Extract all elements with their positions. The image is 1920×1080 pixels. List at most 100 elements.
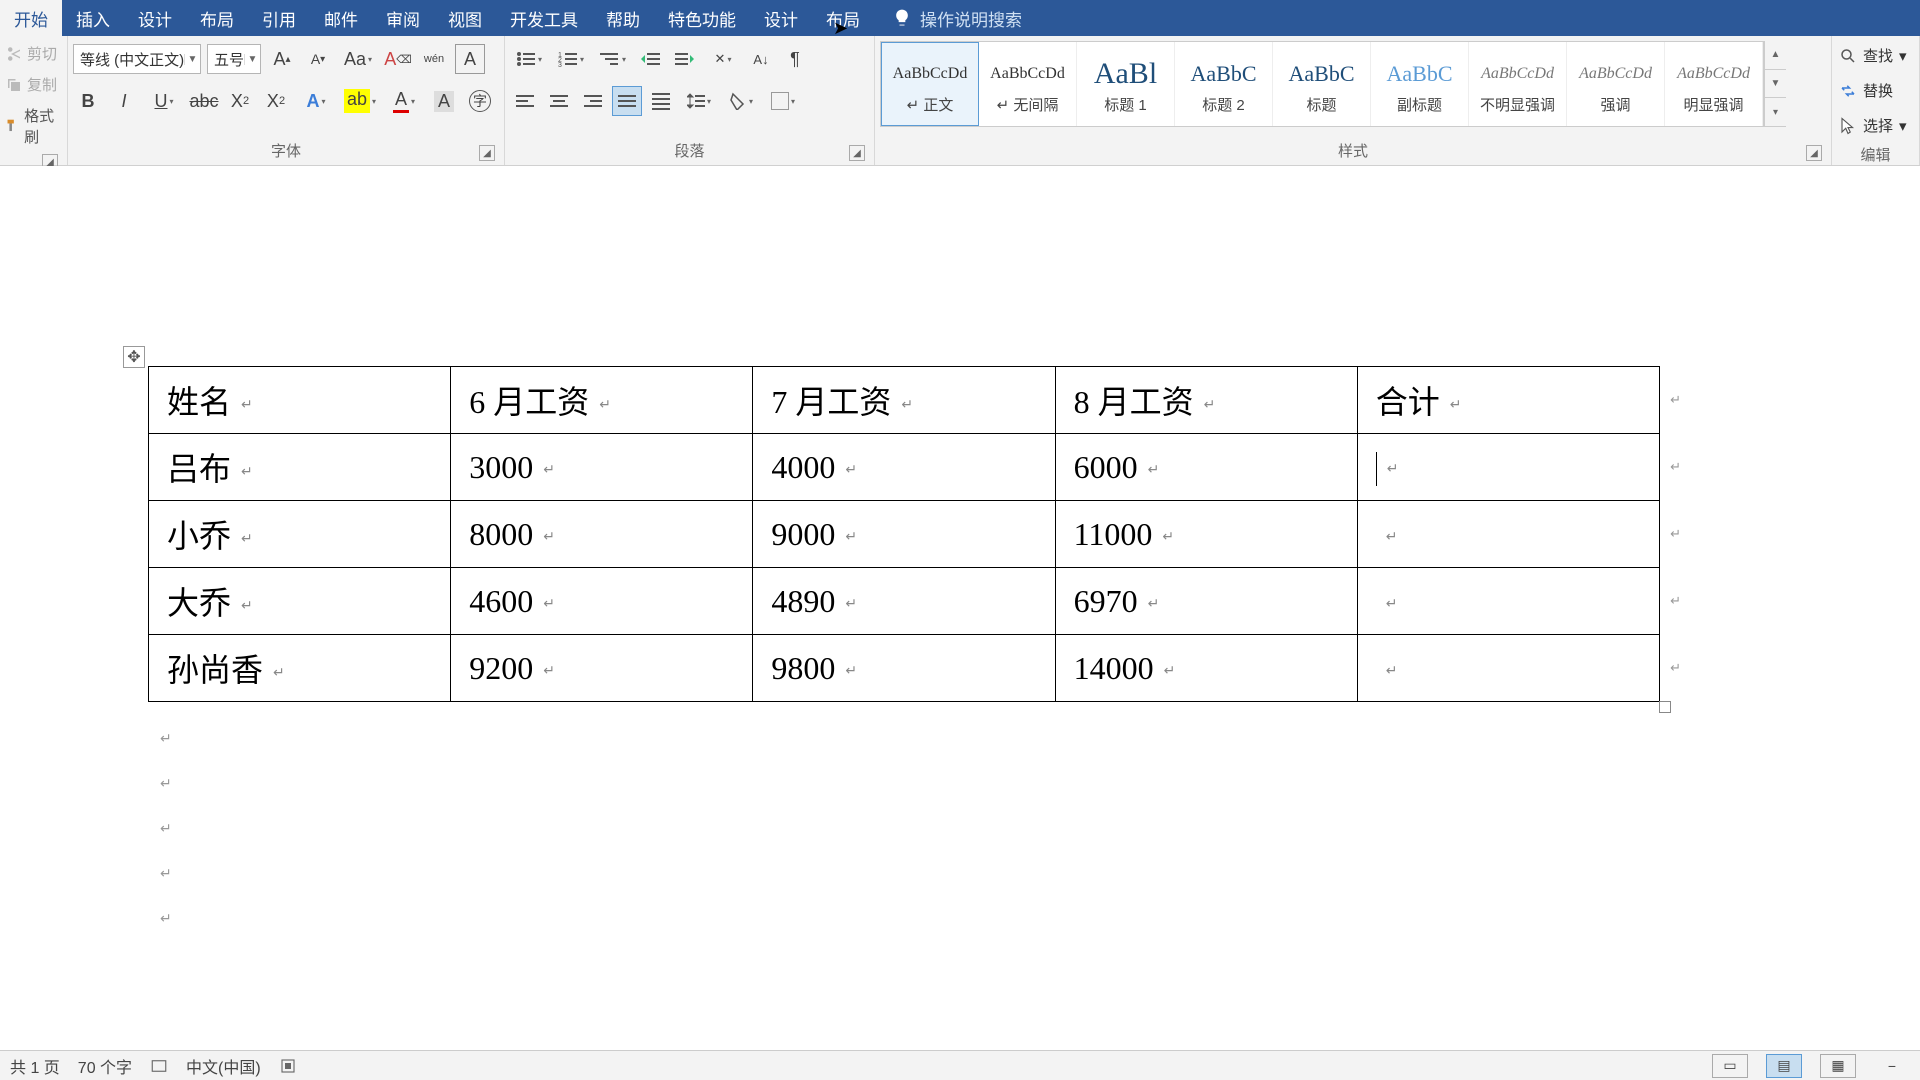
style-item[interactable]: AaBbC标题	[1273, 42, 1371, 126]
salary-table[interactable]: 姓名↵6 月工资↵7 月工资↵8 月工资↵合计↵↵吕布↵3000↵4000↵60…	[148, 366, 1660, 702]
zoom-out-button[interactable]: −	[1874, 1054, 1910, 1078]
table-cell[interactable]: 14000↵	[1055, 635, 1357, 702]
align-distributed-button[interactable]	[646, 86, 676, 116]
table-cell[interactable]: 小乔↵	[149, 501, 451, 568]
style-item[interactable]: AaBbCcDd明显强调	[1665, 42, 1763, 126]
font-launcher[interactable]: ◢	[479, 145, 495, 161]
style-item[interactable]: AaBbCcDd不明显强调	[1469, 42, 1567, 126]
table-cell[interactable]: 4000↵	[753, 434, 1055, 501]
bullets-button[interactable]: ▾	[510, 44, 548, 74]
grow-font-button[interactable]: A▴	[267, 44, 297, 74]
line-spacing-button[interactable]: ▾	[680, 86, 718, 116]
read-mode-button[interactable]: ▭	[1712, 1054, 1748, 1078]
style-item[interactable]: AaBbC标题 2	[1175, 42, 1273, 126]
table-cell[interactable]: 8000↵	[451, 501, 753, 568]
align-left-button[interactable]	[510, 86, 540, 116]
table-cell[interactable]: 9000↵	[753, 501, 1055, 568]
print-layout-button[interactable]: ▤	[1766, 1054, 1802, 1078]
tab-home[interactable]: 开始	[0, 0, 62, 36]
table-header-cell[interactable]: 6 月工资↵	[451, 367, 753, 434]
tab-design[interactable]: 设计	[124, 0, 186, 36]
replace-button[interactable]: 替换	[1837, 76, 1914, 105]
tab-table-design[interactable]: 设计	[750, 0, 812, 36]
table-cell[interactable]: 11000↵	[1055, 501, 1357, 568]
table-header-cell[interactable]: 合计↵↵	[1357, 367, 1659, 434]
table-cell[interactable]: 大乔↵	[149, 568, 451, 635]
tab-table-layout[interactable]: 布局	[812, 0, 874, 36]
font-color-button[interactable]: A▾	[385, 86, 423, 116]
shrink-font-button[interactable]: A▾	[303, 44, 333, 74]
web-layout-button[interactable]: ▦	[1820, 1054, 1856, 1078]
table-cell[interactable]: 孙尚香↵	[149, 635, 451, 702]
table-header-cell[interactable]: 姓名↵	[149, 367, 451, 434]
macro-icon[interactable]	[279, 1057, 297, 1075]
gallery-up-button[interactable]: ▲	[1765, 41, 1786, 70]
strikethrough-button[interactable]: abc	[189, 86, 219, 116]
style-item[interactable]: AaBbCcDd↵ 正文	[881, 42, 979, 126]
tab-insert[interactable]: 插入	[62, 0, 124, 36]
text-effects-button[interactable]: A▾	[297, 86, 335, 116]
format-painter-button[interactable]: 格式刷	[5, 103, 62, 149]
page-indicator[interactable]: 共 1 页	[10, 1054, 60, 1078]
tab-developer[interactable]: 开发工具	[496, 0, 592, 36]
align-center-button[interactable]	[544, 86, 574, 116]
styles-launcher[interactable]: ◢	[1806, 145, 1822, 161]
table-cell[interactable]: 9800↵	[753, 635, 1055, 702]
show-marks-button[interactable]: ¶	[780, 44, 810, 74]
numbering-button[interactable]: 123▾	[552, 44, 590, 74]
table-cell[interactable]: 9200↵	[451, 635, 753, 702]
subscript-button[interactable]: X2	[225, 86, 255, 116]
font-size-combo[interactable]: 五号 ▼	[207, 44, 261, 74]
bold-button[interactable]: B	[73, 86, 103, 116]
align-right-button[interactable]	[578, 86, 608, 116]
superscript-button[interactable]: X2	[261, 86, 291, 116]
italic-button[interactable]: I	[109, 86, 139, 116]
gallery-down-button[interactable]: ▼	[1765, 70, 1786, 99]
document-area[interactable]: ✥ 姓名↵6 月工资↵7 月工资↵8 月工资↵合计↵↵吕布↵3000↵4000↵…	[0, 166, 1920, 1050]
table-header-cell[interactable]: 7 月工资↵	[753, 367, 1055, 434]
tab-mailings[interactable]: 邮件	[310, 0, 372, 36]
font-name-combo[interactable]: 等线 (中文正文) ▼	[73, 44, 201, 74]
paragraph-launcher[interactable]: ◢	[849, 145, 865, 161]
copy-button[interactable]: 复制	[5, 72, 62, 97]
word-count[interactable]: 70 个字	[78, 1054, 132, 1078]
borders-button[interactable]: ▾	[764, 86, 802, 116]
align-justify-button[interactable]	[612, 86, 642, 116]
table-cell[interactable]: 4600↵	[451, 568, 753, 635]
table-cell[interactable]: ↵↵	[1357, 434, 1659, 501]
tab-layout[interactable]: 布局	[186, 0, 248, 36]
highlight-button[interactable]: ab▾	[341, 86, 379, 116]
language-indicator[interactable]: 中文(中国)	[186, 1054, 261, 1078]
enclose-char-button[interactable]: 字	[465, 86, 495, 116]
table-cell[interactable]: 吕布↵	[149, 434, 451, 501]
table-cell[interactable]: ↵↵	[1357, 568, 1659, 635]
spellcheck-icon[interactable]	[150, 1057, 168, 1075]
decrease-indent-button[interactable]	[636, 44, 666, 74]
find-button[interactable]: 查找▾	[1837, 41, 1914, 70]
tell-me-search[interactable]: 操作说明搜索	[920, 6, 1022, 31]
tab-help[interactable]: 帮助	[592, 0, 654, 36]
cut-button[interactable]: 剪切	[5, 41, 62, 66]
table-resize-handle[interactable]	[1659, 701, 1671, 713]
table-cell[interactable]: ↵↵	[1357, 501, 1659, 568]
style-item[interactable]: AaBbCcDd强调	[1567, 42, 1665, 126]
table-cell[interactable]: 6000↵	[1055, 434, 1357, 501]
change-case-button[interactable]: Aa▾	[339, 44, 377, 74]
style-item[interactable]: AaBbC副标题	[1371, 42, 1469, 126]
tab-review[interactable]: 审阅	[372, 0, 434, 36]
shading-button[interactable]: ▾	[722, 86, 760, 116]
tab-view[interactable]: 视图	[434, 0, 496, 36]
tab-references[interactable]: 引用	[248, 0, 310, 36]
table-cell[interactable]: 4890↵	[753, 568, 1055, 635]
gallery-more-button[interactable]: ▾	[1765, 98, 1786, 127]
asian-layout-button[interactable]: ✕▾	[704, 44, 742, 74]
table-header-cell[interactable]: 8 月工资↵	[1055, 367, 1357, 434]
table-move-handle[interactable]: ✥	[123, 346, 145, 368]
underline-button[interactable]: U▾	[145, 86, 183, 116]
char-shading-button[interactable]: A	[429, 86, 459, 116]
select-button[interactable]: 选择▾	[1837, 111, 1914, 140]
increase-indent-button[interactable]	[670, 44, 700, 74]
tab-special[interactable]: 特色功能	[654, 0, 750, 36]
table-cell[interactable]: 6970↵	[1055, 568, 1357, 635]
multilevel-list-button[interactable]: ▾	[594, 44, 632, 74]
